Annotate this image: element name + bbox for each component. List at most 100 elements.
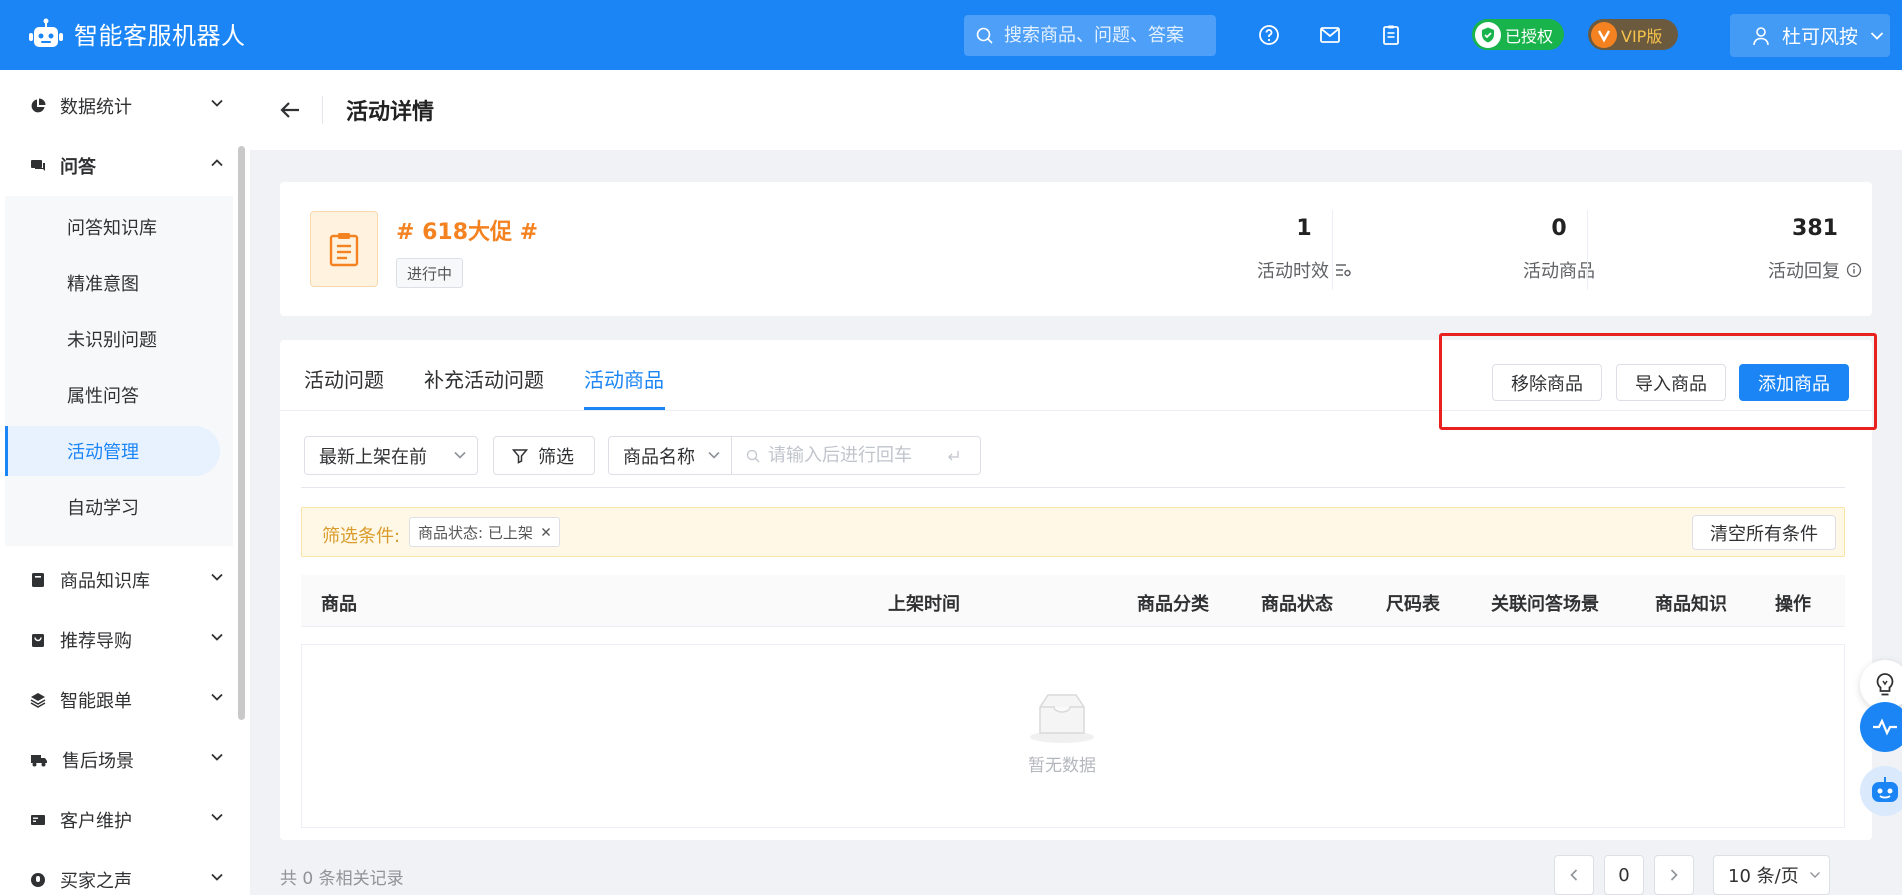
clear-conditions-button[interactable]: 清空所有条件	[1692, 515, 1836, 550]
column-header: 操作	[1775, 594, 1811, 615]
activity-products-card: 活动问题 补充活动问题 活动商品 移除商品 导入商品 添加商品 最新上架在前 筛…	[280, 340, 1872, 840]
chevron-down-icon	[210, 572, 224, 582]
authorized-label: 已授权	[1505, 26, 1554, 46]
clipboard-icon[interactable]	[1379, 23, 1403, 47]
column-header: 商品知识	[1655, 594, 1727, 615]
stat-value: 1	[1296, 216, 1312, 241]
chevron-down-icon	[1870, 31, 1884, 41]
search-input[interactable]	[1004, 25, 1204, 46]
filter-divider	[301, 487, 1845, 488]
page-size-select[interactable]: 10 条/页	[1713, 855, 1830, 895]
stat-value: 0	[1551, 216, 1567, 241]
user-name: 杜可风按	[1782, 26, 1859, 48]
shield-check-icon	[1475, 21, 1501, 48]
chevron-right-icon	[1669, 868, 1679, 882]
remove-products-button[interactable]: 移除商品	[1492, 364, 1602, 401]
stat-label-row: 活动回复	[1715, 257, 1902, 283]
sidebar-group-label: 客户维护	[60, 811, 132, 832]
qa-submenu: 问答知识库 精准意图 未识别问题 属性问答 活动管理 自动学习	[5, 196, 233, 546]
chevron-down-icon	[210, 812, 224, 822]
authorized-badge[interactable]: 已授权	[1472, 19, 1564, 50]
tab-activity-products[interactable]: 活动商品	[584, 364, 664, 393]
brand[interactable]: 智能客服机器人	[28, 16, 246, 51]
activity-name: # 618大促 #	[396, 220, 539, 245]
sidebar-group-stats[interactable]: 数据统计	[0, 78, 232, 134]
tabs-divider	[280, 410, 1872, 411]
stat-divider	[1587, 210, 1588, 290]
sidebar-group-product-kb[interactable]: 商品知识库	[0, 552, 232, 608]
sidebar-scrollbar[interactable]	[238, 146, 245, 720]
sidebar-item-precise-intent[interactable]: 精准意图	[5, 258, 233, 308]
help-icon[interactable]	[1257, 23, 1281, 47]
filter-button[interactable]: 筛选	[493, 436, 595, 475]
sidebar-group-customer[interactable]: 客户维护	[0, 792, 232, 848]
vip-badge[interactable]: VIP版	[1588, 19, 1678, 50]
sidebar-group-aftersale[interactable]: 售后场景	[0, 732, 232, 788]
column-header: 商品	[321, 594, 357, 615]
chevron-down-icon	[210, 632, 224, 642]
sidebar-group-recommend[interactable]: 推荐导购	[0, 612, 232, 668]
product-search-input[interactable]	[768, 445, 938, 466]
sidebar: 数据统计 问答 问答知识库 精准意图 未识别问题 属性问答 活动管理 自动学习 …	[0, 70, 250, 895]
filter-icon	[512, 448, 528, 464]
user-icon	[1752, 26, 1770, 46]
stat-label: 活动商品	[1523, 261, 1595, 282]
assistant-float-button[interactable]	[1860, 766, 1902, 816]
chevron-down-icon	[210, 98, 224, 108]
global-search[interactable]	[964, 15, 1216, 56]
search-field-select[interactable]: 商品名称	[608, 436, 732, 475]
header-divider	[322, 96, 323, 124]
sidebar-group-label: 问答	[60, 157, 96, 178]
vip-icon	[1591, 21, 1617, 48]
sidebar-group-follow[interactable]: 智能跟单	[0, 672, 232, 728]
vip-label: VIP版	[1621, 26, 1663, 46]
activity-summary-card: # 618大促 # 进行中 1 活动时效 0 活动商品 381 活动回复	[280, 182, 1872, 316]
monitor-float-button[interactable]	[1860, 702, 1902, 752]
robot-logo-icon	[28, 18, 64, 50]
add-products-button[interactable]: 添加商品	[1739, 364, 1849, 401]
prev-page-button[interactable]	[1554, 855, 1594, 895]
mail-icon[interactable]	[1318, 23, 1342, 47]
bag-icon	[30, 632, 46, 648]
sidebar-item-auto-learning[interactable]: 自动学习	[5, 482, 233, 532]
sidebar-group-label: 售后场景	[62, 751, 134, 772]
chevron-down-icon	[210, 692, 224, 702]
product-search-box[interactable]	[731, 436, 981, 475]
import-products-button[interactable]: 导入商品	[1616, 364, 1726, 401]
next-page-button[interactable]	[1654, 855, 1694, 895]
current-page[interactable]: 0	[1604, 855, 1644, 895]
user-menu[interactable]: 杜可风按	[1730, 14, 1890, 57]
tab-supplement-questions[interactable]: 补充活动问题	[424, 364, 544, 393]
top-bar: 智能客服机器人 已授权 VIP版 杜可风按	[0, 0, 1902, 70]
sidebar-item-qa-knowledge[interactable]: 问答知识库	[5, 202, 233, 252]
chevron-down-icon	[1809, 871, 1821, 879]
sidebar-item-attribute-qa[interactable]: 属性问答	[5, 370, 233, 420]
app-title: 智能客服机器人	[74, 22, 246, 50]
page-size-value: 10 条/页	[1728, 866, 1799, 887]
pulse-icon	[1871, 717, 1899, 737]
settings-list-icon[interactable]	[1335, 263, 1351, 277]
sidebar-group-qa[interactable]: 问答	[0, 138, 232, 194]
page-title: 活动详情	[346, 100, 435, 125]
search-field-value: 商品名称	[623, 446, 695, 468]
info-icon[interactable]	[1846, 262, 1862, 278]
sidebar-item-unrecognized[interactable]: 未识别问题	[5, 314, 233, 364]
sidebar-item-activity-management[interactable]: 活动管理	[5, 426, 220, 476]
sidebar-group-label: 数据统计	[60, 97, 132, 118]
total-records: 共 0 条相关记录	[280, 869, 404, 889]
sidebar-group-voice[interactable]: 买家之声	[0, 852, 232, 895]
back-arrow-icon[interactable]	[278, 98, 302, 122]
empty-state-text: 暂无数据	[1028, 756, 1096, 776]
activity-status-badge: 进行中	[396, 258, 464, 288]
robot-icon	[1868, 776, 1902, 806]
chevron-left-icon	[1569, 868, 1579, 882]
empty-box-icon	[1022, 691, 1102, 745]
activity-clipboard-icon	[310, 211, 378, 287]
stat-label: 活动回复	[1768, 261, 1840, 282]
close-icon[interactable]	[541, 527, 551, 537]
tab-activity-questions[interactable]: 活动问题	[304, 364, 384, 393]
chevron-down-icon	[707, 450, 721, 460]
column-header: 关联问答场景	[1491, 594, 1599, 615]
sort-select[interactable]: 最新上架在前	[304, 436, 478, 475]
table-body: 暂无数据	[301, 644, 1845, 828]
